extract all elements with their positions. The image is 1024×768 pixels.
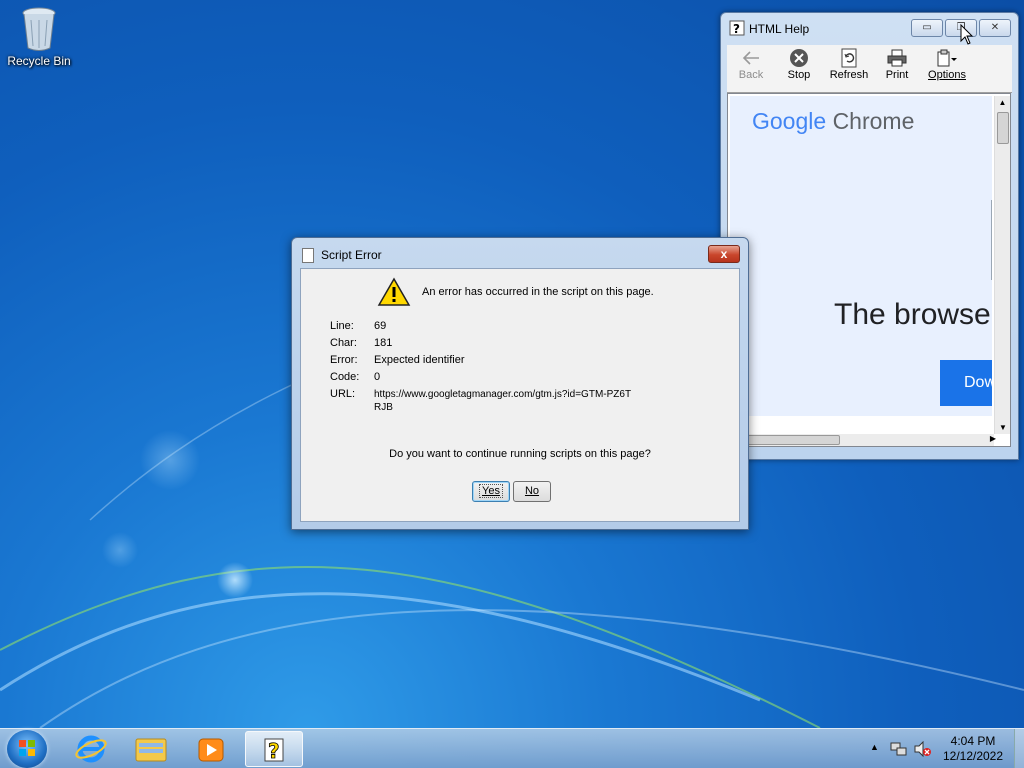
error-label: Error:	[330, 354, 358, 366]
refresh-label: Refresh	[829, 69, 869, 81]
stop-label: Stop	[787, 69, 811, 81]
clock-date: 12/12/2022	[942, 749, 1004, 763]
chrome-wordmark: Chrome	[832, 108, 915, 134]
code-value: 0	[374, 371, 381, 383]
back-button[interactable]: Back	[727, 47, 775, 81]
help-content-pane[interactable]: Google Chrome The browse Dow ▲ ▼ ◀ ▶	[727, 93, 1011, 447]
help-window-title: HTML Help	[749, 22, 810, 36]
back-arrow-icon	[727, 47, 775, 69]
headline-text: The browse	[834, 298, 991, 331]
help-web-page: Google Chrome The browse Dow	[730, 96, 992, 416]
no-button[interactable]: No	[513, 481, 551, 502]
recycle-bin-label: Recycle Bin	[7, 54, 71, 68]
close-button[interactable]: ✕	[979, 19, 1011, 37]
options-label: Options	[923, 69, 971, 81]
stop-icon	[775, 47, 823, 69]
code-label: Code:	[330, 371, 360, 383]
google-wordmark: Google	[752, 108, 827, 134]
system-tray: ▲ 4:04 PM 12/12/2022	[866, 729, 1024, 768]
download-button[interactable]: Dow	[940, 360, 992, 406]
char-value: 181	[374, 337, 393, 349]
print-button[interactable]: Print	[873, 47, 921, 81]
printer-icon	[873, 47, 921, 69]
error-message: An error has occurred in the script on t…	[422, 286, 654, 298]
help-icon: ?	[264, 738, 284, 763]
help-toolbar: Back Stop Refresh Print Options	[727, 45, 1012, 93]
line-label: Line:	[330, 320, 354, 332]
taskbar-html-help[interactable]: ?	[245, 731, 303, 767]
network-icon[interactable]	[890, 741, 908, 757]
google-chrome-logo: Google Chrome	[752, 108, 914, 135]
document-icon	[302, 248, 314, 263]
html-help-window[interactable]: ? HTML Help ▭ ❐ ✕ Back Stop Refresh	[720, 12, 1019, 460]
print-label: Print	[885, 69, 909, 81]
refresh-icon	[825, 47, 873, 69]
url-value: https://www.googletagmanager.com/gtm.js?…	[374, 389, 632, 413]
yes-button[interactable]: Yes	[472, 481, 510, 502]
line-value: 69	[374, 320, 387, 332]
recycle-bin-icon	[19, 6, 59, 52]
taskbar-clock[interactable]: 4:04 PM 12/12/2022	[940, 734, 1006, 764]
internet-explorer-icon	[75, 735, 107, 763]
taskbar: ? ▲ 4:04 PM 12/12/2022	[0, 728, 1024, 768]
stop-button[interactable]: Stop	[775, 47, 823, 81]
taskbar-media-player[interactable]	[182, 731, 240, 767]
url-label: URL:	[330, 388, 356, 400]
recycle-bin-shortcut[interactable]: Recycle Bin	[4, 4, 74, 68]
show-desktop-button[interactable]	[1014, 729, 1024, 768]
show-hidden-icons-button[interactable]: ▲	[870, 742, 879, 752]
clock-time: 4:04 PM	[950, 734, 996, 748]
options-icon	[923, 47, 971, 69]
options-button[interactable]: Options	[923, 47, 971, 81]
taskbar-internet-explorer[interactable]	[62, 731, 120, 767]
horizontal-scrollbar[interactable]: ▶	[744, 434, 996, 446]
folder-icon	[135, 738, 167, 762]
scroll-up-arrow[interactable]: ▲	[995, 96, 1010, 110]
options-label-text: Options	[928, 69, 966, 81]
page-divider	[991, 200, 992, 280]
char-label: Char:	[330, 337, 357, 349]
refresh-button[interactable]: Refresh	[825, 47, 873, 81]
start-button[interactable]	[7, 730, 47, 768]
error-value: Expected identifier	[374, 354, 465, 366]
warning-icon	[377, 277, 411, 310]
no-label: No	[524, 485, 540, 497]
dialog-close-button[interactable]: x	[708, 245, 740, 263]
scroll-down-arrow[interactable]: ▼	[995, 423, 1010, 432]
back-label: Back	[738, 69, 764, 81]
vertical-scroll-thumb[interactable]	[997, 112, 1009, 144]
dialog-title: Script Error	[321, 248, 382, 262]
horizontal-scroll-thumb[interactable]	[744, 435, 840, 445]
continue-question: Do you want to continue running scripts …	[389, 448, 651, 460]
download-button-label: Dow	[964, 374, 992, 391]
svg-text:?: ?	[733, 22, 740, 36]
help-icon: ?	[729, 20, 745, 36]
media-player-icon	[198, 738, 224, 762]
taskbar-windows-explorer[interactable]	[122, 731, 180, 767]
svg-text:?: ?	[268, 739, 280, 763]
yes-label: Yes	[479, 484, 503, 498]
dialog-body: An error has occurred in the script on t…	[300, 268, 740, 522]
script-error-dialog[interactable]: Script Error x An error has occurred in …	[291, 237, 749, 530]
windows-logo-icon	[19, 740, 35, 756]
scroll-right-arrow[interactable]: ▶	[990, 434, 996, 443]
minimize-button[interactable]: ▭	[911, 19, 943, 37]
volume-muted-icon[interactable]	[914, 741, 932, 757]
vertical-scrollbar[interactable]: ▲ ▼	[994, 96, 1010, 434]
mouse-cursor	[960, 24, 974, 45]
